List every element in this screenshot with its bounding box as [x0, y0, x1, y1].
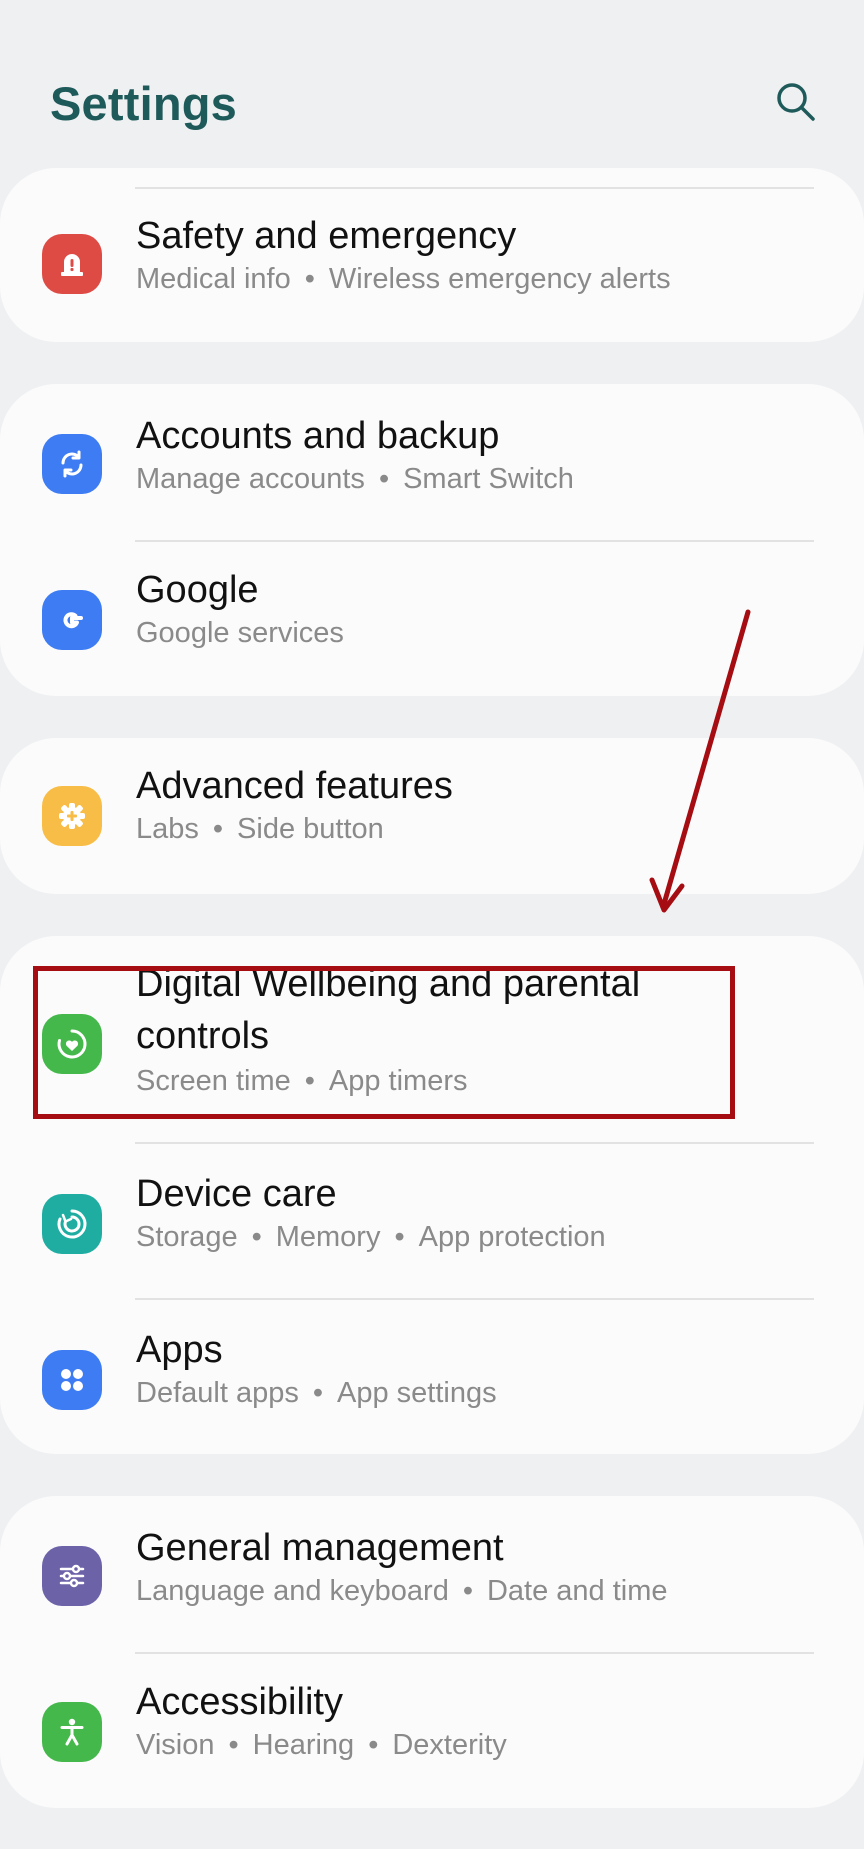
- bullet-separator: •: [394, 1221, 405, 1253]
- settings-item-accessibility[interactable]: Accessibility Vision • Hearing • Dexterity: [0, 1670, 864, 1790]
- row-title-line-2: controls: [136, 1015, 270, 1057]
- row-subtitle: Language and keyboard • Date and time: [136, 1572, 668, 1610]
- subtitle-part: Language and keyboard: [136, 1575, 449, 1607]
- divider: [135, 540, 814, 542]
- gear-plus-icon: [42, 786, 102, 846]
- subtitle-part: App timers: [328, 1065, 468, 1097]
- row-subtitle: Labs • Side button: [136, 810, 384, 848]
- subtitle-part: Default apps: [136, 1377, 299, 1409]
- subtitle-part: Side button: [237, 813, 384, 845]
- subtitle-part: Dexterity: [392, 1729, 507, 1761]
- row-subtitle: Manage accounts • Smart Switch: [136, 460, 574, 498]
- siren-icon: [42, 234, 102, 294]
- settings-item-google[interactable]: Google Google services: [0, 558, 864, 678]
- row-subtitle: Google services: [136, 614, 344, 652]
- settings-item-safety-and-emergency[interactable]: Safety and emergency Medical info • Wirele…: [0, 208, 864, 328]
- bullet-separator: •: [251, 1221, 262, 1253]
- subtitle-part: Smart Switch: [403, 463, 574, 495]
- sync-icon: [42, 434, 102, 494]
- subtitle-part: Google services: [136, 617, 344, 649]
- sliders-icon: [42, 1546, 102, 1606]
- bullet-separator: •: [368, 1729, 379, 1761]
- apps-grid-icon: [42, 1350, 102, 1410]
- google-g-icon: [42, 590, 102, 650]
- settings-group-safety: Safety and emergency Medical info • Wirele…: [0, 168, 864, 342]
- subtitle-part: Memory: [275, 1221, 381, 1253]
- row-title: Apps: [136, 1329, 223, 1371]
- row-title-line-1: Digital Wellbeing and parental: [136, 963, 641, 1005]
- row-title: Advanced features: [136, 765, 453, 807]
- device-care-icon: [42, 1194, 102, 1254]
- accessibility-person-icon: [42, 1702, 102, 1762]
- search-icon: [777, 83, 815, 121]
- divider: [135, 1142, 814, 1144]
- settings-item-digital-wellbeing[interactable]: Digital Wellbeing and parental controls …: [0, 963, 864, 1112]
- subtitle-part: Screen time: [136, 1065, 291, 1097]
- bullet-separator: •: [312, 1377, 323, 1409]
- divider: [135, 1298, 814, 1300]
- divider: [135, 187, 814, 189]
- subtitle-part: Vision: [136, 1729, 215, 1761]
- settings-group-general: General management Language and keyboard…: [0, 1496, 864, 1808]
- bullet-separator: •: [462, 1575, 473, 1607]
- settings-item-device-care[interactable]: Device care Storage • Memory • App protectio…: [0, 1162, 864, 1282]
- subtitle-part: Date and time: [486, 1575, 668, 1607]
- row-title: Accounts and backup: [136, 415, 500, 457]
- row-subtitle: Vision • Hearing • Dexterity: [136, 1726, 507, 1764]
- wellbeing-heart-icon: [42, 1014, 102, 1074]
- settings-item-accounts-and-backup[interactable]: Accounts and backup Manage accounts • Smar…: [0, 415, 864, 538]
- bullet-separator: •: [378, 463, 390, 495]
- settings-group-device: Digital Wellbeing and parental controls …: [0, 936, 864, 1454]
- subtitle-part: App protection: [418, 1221, 606, 1253]
- settings-item-advanced-features[interactable]: Advanced features Labs • Side button: [0, 760, 864, 880]
- settings-item-general-management[interactable]: General management Language and keyboard…: [0, 1527, 864, 1650]
- subtitle-part: Hearing: [252, 1729, 355, 1761]
- subtitle-part: Medical info: [136, 263, 291, 295]
- bullet-separator: •: [304, 1065, 315, 1097]
- row-title: Device care: [136, 1173, 337, 1215]
- search-button[interactable]: [770, 76, 822, 128]
- divider: [135, 1652, 814, 1654]
- subtitle-part: Storage: [136, 1221, 238, 1253]
- settings-group-accounts: Accounts and backup Manage accounts • Smar…: [0, 384, 864, 696]
- bullet-separator: •: [304, 263, 315, 295]
- subtitle-part: Manage accounts: [136, 463, 365, 495]
- row-title: General management: [136, 1527, 504, 1569]
- subtitle-part: App settings: [336, 1377, 497, 1409]
- row-subtitle: Default apps • App settings: [136, 1374, 497, 1412]
- row-title: Safety and emergency: [136, 215, 517, 257]
- settings-group-advanced: Advanced features Labs • Side button: [0, 738, 864, 894]
- subtitle-part: Wireless emergency alerts: [328, 263, 671, 295]
- row-title: Accessibility: [136, 1681, 343, 1723]
- page-title: Settings: [50, 77, 238, 130]
- top-app-bar: Settings: [0, 0, 864, 170]
- row-title: Google: [136, 569, 259, 611]
- row-subtitle: Screen time • App timers: [136, 1062, 468, 1100]
- subtitle-part: Labs: [136, 813, 199, 845]
- bullet-separator: •: [212, 813, 224, 845]
- row-subtitle: Medical info • Wireless emergency alerts: [136, 260, 671, 298]
- row-subtitle: Storage • Memory • App protection: [136, 1218, 606, 1256]
- bullet-separator: •: [228, 1729, 239, 1761]
- settings-item-apps[interactable]: Apps Default apps • App settings: [0, 1318, 864, 1438]
